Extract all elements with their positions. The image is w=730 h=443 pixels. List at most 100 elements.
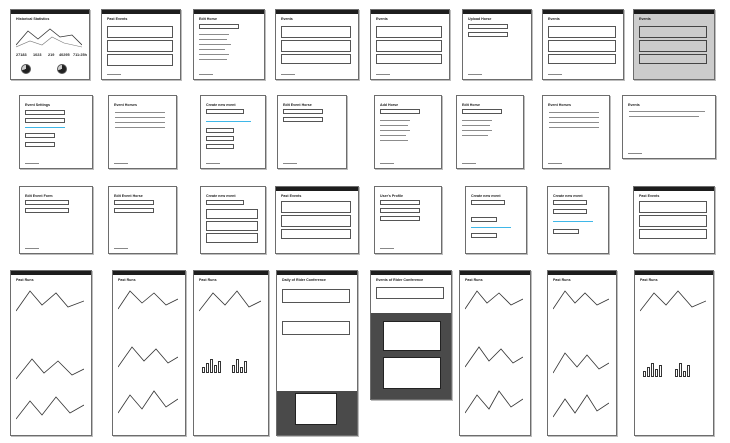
event-row[interactable] bbox=[639, 229, 707, 239]
event-row[interactable] bbox=[639, 215, 707, 227]
screen-past-events-3: Past Events bbox=[633, 186, 715, 254]
footer-link[interactable] bbox=[376, 73, 390, 75]
text-field[interactable] bbox=[114, 200, 154, 205]
event-row[interactable] bbox=[282, 289, 350, 303]
event-row[interactable] bbox=[281, 40, 351, 52]
text-field[interactable] bbox=[462, 109, 502, 114]
event-row[interactable] bbox=[107, 26, 173, 38]
line-chart bbox=[118, 390, 178, 414]
text-field[interactable] bbox=[380, 200, 420, 205]
event-row[interactable] bbox=[639, 26, 707, 38]
text-field[interactable] bbox=[25, 118, 65, 123]
event-row[interactable] bbox=[548, 40, 616, 52]
text-field[interactable] bbox=[25, 110, 65, 115]
text-field[interactable] bbox=[471, 233, 497, 238]
footer-link[interactable] bbox=[25, 247, 39, 249]
line-chart bbox=[118, 290, 178, 310]
text-field[interactable] bbox=[553, 209, 587, 214]
line-chart bbox=[553, 394, 609, 418]
screen-title: Edit Horse bbox=[462, 103, 480, 107]
footer-link[interactable] bbox=[114, 162, 128, 164]
footer-link[interactable] bbox=[281, 73, 295, 75]
footer-link[interactable] bbox=[628, 152, 642, 154]
text-field[interactable] bbox=[553, 200, 587, 205]
text-field[interactable] bbox=[380, 216, 420, 221]
text-field[interactable] bbox=[471, 217, 497, 222]
event-row[interactable] bbox=[376, 40, 442, 52]
stat-3: 219 bbox=[48, 53, 55, 57]
bar-chart bbox=[643, 361, 662, 377]
event-row[interactable] bbox=[376, 287, 444, 299]
event-row[interactable] bbox=[281, 229, 351, 239]
text-field[interactable] bbox=[25, 200, 69, 205]
list-line bbox=[199, 34, 229, 36]
screen-events-a: Events bbox=[275, 9, 359, 80]
text-field[interactable] bbox=[468, 24, 508, 29]
modal-dialog[interactable] bbox=[383, 357, 441, 389]
link-line[interactable] bbox=[206, 121, 251, 123]
modal-dialog[interactable] bbox=[383, 321, 441, 351]
event-row[interactable] bbox=[281, 215, 351, 227]
screen-title: Edit Horse bbox=[199, 17, 217, 21]
footer-link[interactable] bbox=[380, 162, 394, 164]
dropdown-menu[interactable] bbox=[295, 393, 337, 425]
text-field[interactable] bbox=[553, 229, 579, 234]
event-row[interactable] bbox=[639, 201, 707, 213]
footer-link[interactable] bbox=[548, 162, 562, 164]
link-line[interactable] bbox=[553, 221, 593, 223]
event-row[interactable] bbox=[281, 54, 351, 64]
link-line[interactable] bbox=[25, 127, 65, 129]
text-field[interactable] bbox=[283, 109, 323, 114]
footer-link[interactable] bbox=[114, 247, 128, 249]
event-row[interactable] bbox=[639, 54, 707, 64]
event-row[interactable] bbox=[282, 321, 350, 335]
event-row[interactable] bbox=[107, 54, 173, 66]
text-field[interactable] bbox=[25, 133, 55, 138]
event-row[interactable] bbox=[548, 54, 616, 64]
text-field[interactable] bbox=[206, 109, 244, 114]
screen-title: Create new event bbox=[206, 103, 236, 107]
event-row[interactable] bbox=[281, 26, 351, 38]
text-field[interactable] bbox=[206, 200, 244, 205]
text-field[interactable] bbox=[471, 200, 505, 205]
text-field[interactable] bbox=[25, 142, 55, 147]
text-field[interactable] bbox=[283, 117, 323, 122]
text-field[interactable] bbox=[468, 32, 508, 37]
footer-link[interactable] bbox=[25, 162, 39, 164]
line-chart bbox=[465, 390, 523, 414]
text-field[interactable] bbox=[380, 109, 420, 114]
footer-link[interactable] bbox=[548, 73, 562, 75]
list-line bbox=[380, 125, 408, 127]
text-field[interactable] bbox=[206, 144, 234, 149]
event-row[interactable] bbox=[376, 26, 442, 38]
footer-link[interactable] bbox=[283, 162, 297, 164]
footer-link[interactable] bbox=[206, 162, 220, 164]
screen-title: Events bbox=[548, 17, 560, 21]
text-field[interactable] bbox=[25, 208, 69, 213]
text-field[interactable] bbox=[380, 208, 420, 213]
screen-past-runs-3: Past Runs bbox=[193, 270, 269, 436]
event-row[interactable] bbox=[107, 40, 173, 52]
footer-link[interactable] bbox=[468, 73, 482, 75]
text-field[interactable] bbox=[206, 136, 234, 141]
screen-title: Create new event bbox=[206, 194, 236, 198]
list-line bbox=[462, 125, 490, 127]
text-field[interactable] bbox=[114, 208, 154, 213]
text-field[interactable] bbox=[206, 128, 234, 133]
list-line bbox=[629, 111, 705, 113]
footer-link[interactable] bbox=[380, 247, 394, 249]
event-row[interactable] bbox=[639, 40, 707, 52]
event-row[interactable] bbox=[206, 221, 258, 231]
text-field[interactable] bbox=[199, 24, 239, 29]
footer-link[interactable] bbox=[462, 162, 476, 164]
event-row[interactable] bbox=[206, 209, 258, 219]
event-row[interactable] bbox=[376, 54, 442, 64]
link-line[interactable] bbox=[471, 227, 511, 229]
screen-title: Past Runs bbox=[118, 278, 136, 282]
event-row[interactable] bbox=[206, 233, 258, 243]
event-row[interactable] bbox=[281, 201, 351, 213]
footer-link[interactable] bbox=[107, 73, 121, 75]
screen-title: Daily of Rider Conference bbox=[282, 278, 326, 282]
event-row[interactable] bbox=[548, 26, 616, 38]
footer-link[interactable] bbox=[199, 73, 213, 75]
